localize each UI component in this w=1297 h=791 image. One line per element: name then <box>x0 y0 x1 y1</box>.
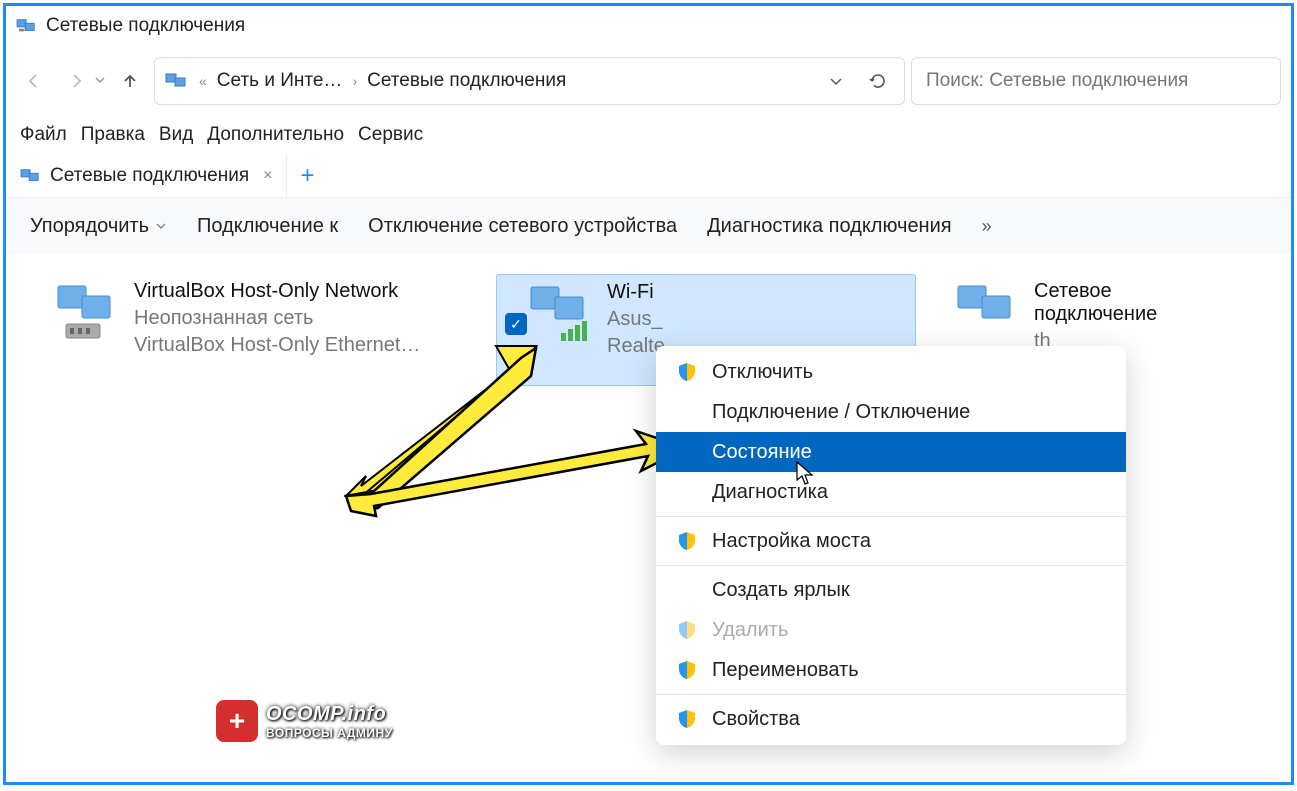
connection-status: Неопознанная сеть <box>134 307 420 330</box>
up-button[interactable] <box>112 63 148 99</box>
watermark-title: OCOMP.info <box>266 703 393 726</box>
breadcrumb-separator: « <box>199 73 207 89</box>
toolbar-disable-device[interactable]: Отключение сетевого устройства <box>368 215 677 238</box>
annotation-arrow <box>336 426 696 526</box>
watermark-subtitle: ВОПРОСЫ АДМИНУ <box>266 726 393 740</box>
connection-name: Сетевое подключение <box>1034 280 1240 326</box>
tab-row: Сетевые подключения × + <box>6 154 1291 198</box>
wifi-adapter-icon <box>525 281 595 345</box>
menu-edit[interactable]: Правка <box>81 124 145 146</box>
connection-device: VirtualBox Host-Only Ethernet… <box>134 334 420 357</box>
network-connections-icon <box>20 167 42 185</box>
recent-locations-button[interactable] <box>94 74 106 89</box>
menu-service[interactable]: Сервис <box>358 124 423 146</box>
context-menu-separator <box>656 516 1126 517</box>
shield-icon <box>676 659 698 681</box>
context-menu-rename[interactable]: Переименовать <box>656 650 1126 690</box>
menubar: Файл Правка Вид Дополнительно Сервис <box>6 116 1291 154</box>
connection-name: Wi-Fi <box>607 281 665 304</box>
tab-label: Сетевые подключения <box>50 165 249 187</box>
connection-status: Asus_ <box>607 308 665 331</box>
network-adapter-icon <box>952 280 1022 344</box>
shield-icon <box>676 530 698 552</box>
shield-icon <box>676 619 698 641</box>
menu-view[interactable]: Вид <box>159 124 193 146</box>
toolbar-connect-to[interactable]: Подключение к <box>197 215 338 238</box>
chevron-down-icon <box>94 74 106 86</box>
arrow-up-icon <box>120 71 140 91</box>
address-dropdown-button[interactable] <box>820 73 852 89</box>
window-title: Сетевые подключения <box>46 15 245 37</box>
context-menu: Отключить Подключение / Отключение Состо… <box>656 346 1126 745</box>
ethernet-adapter-icon <box>52 280 122 344</box>
context-menu-create-shortcut[interactable]: Создать ярлык <box>656 570 1126 610</box>
context-menu-bridge[interactable]: Настройка моста <box>656 521 1126 561</box>
chevron-down-icon <box>155 220 167 232</box>
context-menu-properties[interactable]: Свойства <box>656 699 1126 739</box>
forward-button[interactable] <box>58 63 94 99</box>
add-tab-button[interactable]: + <box>287 162 327 190</box>
arrow-right-icon <box>66 71 86 91</box>
context-menu-disable[interactable]: Отключить <box>656 352 1126 392</box>
command-bar: Упорядочить Подключение к Отключение сет… <box>6 198 1291 254</box>
context-menu-diagnose[interactable]: Диагностика <box>656 472 1126 512</box>
refresh-icon <box>868 71 888 91</box>
arrow-left-icon <box>24 71 44 91</box>
menu-advanced[interactable]: Дополнительно <box>207 124 344 146</box>
connection-name: VirtualBox Host-Only Network <box>134 280 420 303</box>
toolbar-overflow[interactable]: » <box>982 216 992 237</box>
back-button[interactable] <box>16 63 52 99</box>
connection-item-virtualbox[interactable]: VirtualBox Host-Only Network Неопознанна… <box>46 274 466 386</box>
selection-checkbox[interactable]: ✓ <box>505 313 527 335</box>
watermark: + OCOMP.info ВОПРОСЫ АДМИНУ <box>216 700 393 742</box>
navigation-row: « Сеть и Инте… › Сетевые подключения <box>6 46 1291 116</box>
shield-icon <box>676 361 698 383</box>
context-menu-delete: Удалить <box>656 610 1126 650</box>
shield-icon <box>676 708 698 730</box>
breadcrumb-parent[interactable]: Сеть и Инте… <box>217 70 343 92</box>
tab-close-button[interactable]: × <box>263 167 272 185</box>
address-bar[interactable]: « Сеть и Инте… › Сетевые подключения <box>154 57 905 105</box>
refresh-button[interactable] <box>862 71 894 91</box>
tab-network-connections[interactable]: Сетевые подключения × <box>6 154 287 197</box>
toolbar-organize[interactable]: Упорядочить <box>30 215 167 238</box>
watermark-icon: + <box>216 700 258 742</box>
search-input[interactable] <box>926 70 1266 92</box>
context-menu-separator <box>656 565 1126 566</box>
breadcrumb-separator: › <box>352 73 357 89</box>
network-connections-icon <box>16 17 38 35</box>
titlebar: Сетевые подключения <box>6 6 1291 46</box>
toolbar-diagnose[interactable]: Диагностика подключения <box>707 215 951 238</box>
context-menu-status[interactable]: Состояние <box>656 432 1126 472</box>
context-menu-connect-disconnect[interactable]: Подключение / Отключение <box>656 392 1126 432</box>
context-menu-separator <box>656 694 1126 695</box>
explorer-window: Сетевые подключения « Сеть и Инте… › Сет… <box>3 3 1294 785</box>
breadcrumb-current[interactable]: Сетевые подключения <box>367 70 566 92</box>
network-connections-icon <box>165 71 189 91</box>
chevron-down-icon <box>828 73 844 89</box>
menu-file[interactable]: Файл <box>20 124 67 146</box>
search-box[interactable] <box>911 57 1281 105</box>
